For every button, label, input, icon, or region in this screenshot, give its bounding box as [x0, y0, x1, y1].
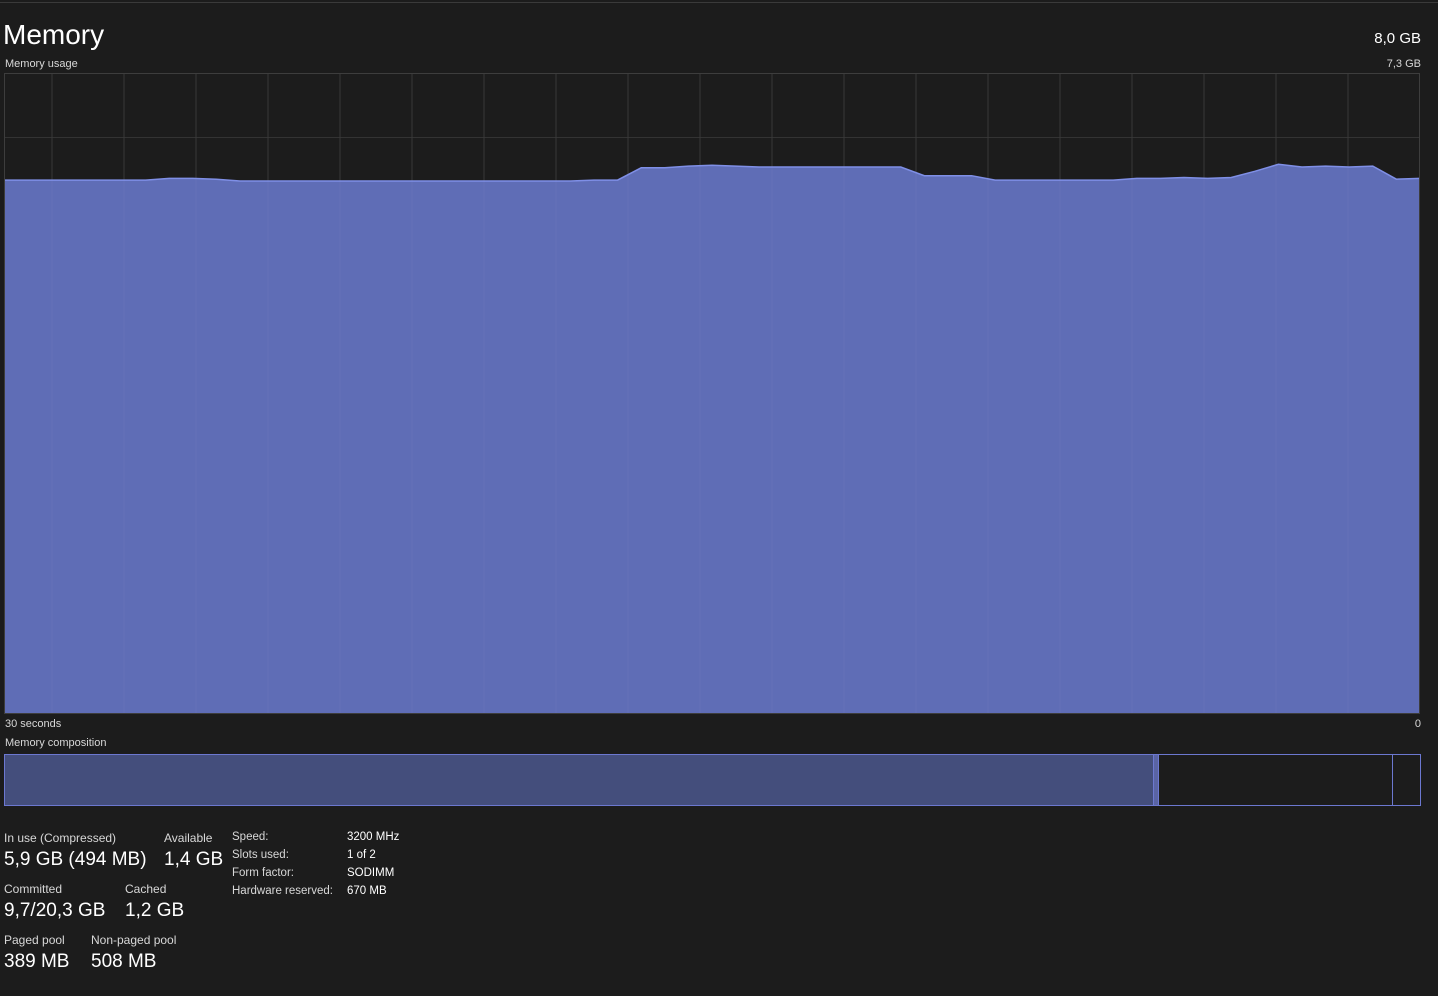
spec-form-factor-label: Form factor: [232, 867, 294, 879]
stat-in-use-value: 5,9 GB (494 MB) [4, 849, 147, 870]
spec-form-factor-value: SODIMM [347, 867, 395, 879]
page-title: Memory [3, 19, 105, 50]
memory-composition-label: Memory composition [5, 737, 107, 749]
top-divider [0, 2, 1438, 3]
stat-available-value: 1,4 GB [164, 849, 224, 870]
memory-usage-graph[interactable] [4, 73, 1420, 714]
graph-time-now: 0 [1414, 718, 1421, 730]
composition-modified[interactable] [1153, 755, 1159, 805]
stat-cached-label: Cached [125, 882, 167, 896]
spec-speed-label: Speed: [232, 831, 269, 843]
stat-paged-pool-value: 389 MB [4, 951, 70, 972]
spec-hw-reserved-value: 670 MB [347, 885, 387, 897]
stat-cached: Cached 1,2 GB [125, 882, 184, 922]
stat-committed: Committed 9,7/20,3 GB [4, 882, 105, 922]
composition-standby-free-divider [1392, 755, 1393, 805]
memory-usage-max: 7,3 GB [1386, 58, 1421, 70]
stat-non-paged-pool: Non-paged pool 508 MB [91, 933, 176, 973]
stat-paged-pool-label: Paged pool [4, 933, 65, 947]
usage-area [4, 164, 1420, 714]
composition-in-use[interactable] [5, 755, 1153, 805]
stat-available: Available 1,4 GB [164, 831, 223, 871]
stat-in-use: In use (Compressed) 5,9 GB (494 MB) [4, 831, 147, 871]
stat-committed-label: Committed [4, 882, 63, 896]
stat-committed-value: 9,7/20,3 GB [4, 900, 106, 921]
total-memory: 8,0 GB [1374, 30, 1421, 47]
memory-composition-bar[interactable] [4, 754, 1421, 806]
memory-usage-label: Memory usage [5, 58, 78, 70]
spec-slots-value: 1 of 2 [347, 849, 376, 861]
stat-cached-value: 1,2 GB [125, 900, 185, 921]
stat-in-use-label: In use (Compressed) [4, 831, 117, 845]
graph-time-span: 30 seconds [5, 718, 62, 730]
spec-speed-value: 3200 MHz [347, 831, 400, 843]
stat-non-paged-pool-label: Non-paged pool [91, 933, 177, 947]
stat-paged-pool: Paged pool 389 MB [4, 933, 69, 973]
stat-available-label: Available [164, 831, 213, 845]
stat-non-paged-pool-value: 508 MB [91, 951, 157, 972]
spec-hw-reserved-label: Hardware reserved: [232, 885, 333, 897]
spec-slots-label: Slots used: [232, 849, 289, 861]
